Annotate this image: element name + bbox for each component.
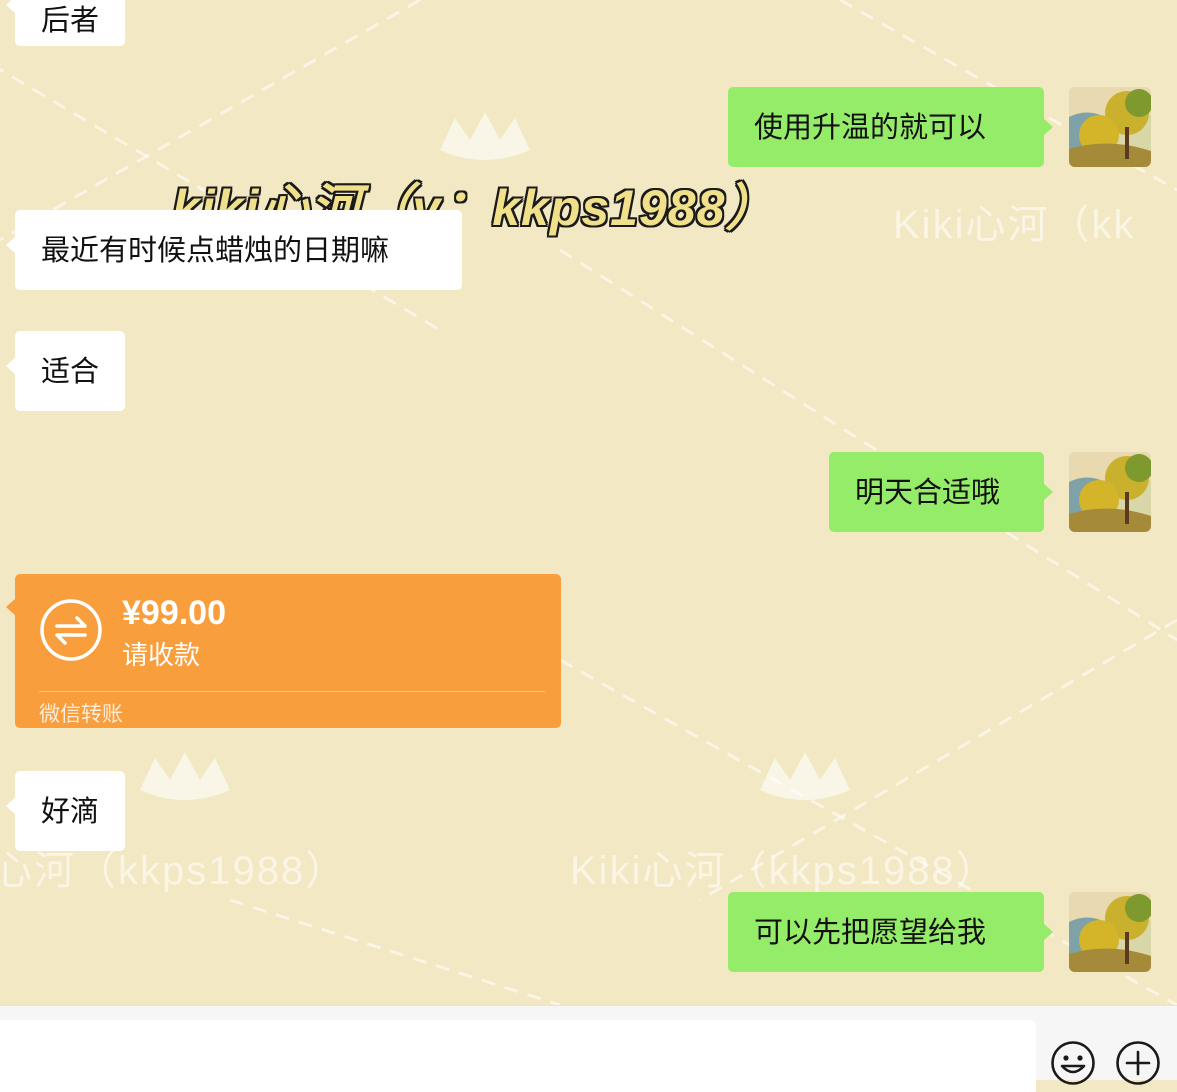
transfer-status: 请收款: [122, 641, 201, 671]
message-text: 可以先把愿望给我: [754, 914, 987, 949]
avatar-image: [1069, 892, 1151, 972]
message-text: 使用升温的就可以: [754, 109, 987, 144]
watermark-right-top: Kiki心河（kk: [893, 203, 1136, 247]
plus-circle-icon[interactable]: [1115, 1040, 1161, 1086]
message-bubble-incoming[interactable]: 适合: [5, 331, 126, 411]
message-text: 最近有时候点蜡烛的日期嘛: [41, 232, 390, 267]
message-bubble-incoming[interactable]: 最近有时候点蜡烛的日期嘛: [6, 210, 462, 290]
transfer-amount: ¥99.00: [122, 594, 226, 632]
emoji-icon[interactable]: [1050, 1040, 1096, 1086]
message-bubble-outgoing[interactable]: 明天合适哦: [829, 452, 1053, 532]
avatar-image: [1069, 87, 1151, 167]
transfer-brand-label: 微信转账: [39, 702, 123, 726]
transfer-card[interactable]: ¥99.00 请收款 微信转账: [6, 574, 561, 728]
message-input[interactable]: [0, 1020, 1036, 1092]
avatar[interactable]: [1069, 87, 1151, 167]
message-bubble-outgoing[interactable]: 可以先把愿望给我: [728, 892, 1053, 972]
message-bubble-incoming[interactable]: 后者: [5, 0, 126, 46]
message-text: 适合: [41, 353, 100, 388]
input-bar: [0, 1005, 1177, 1092]
message-bubble-outgoing[interactable]: 使用升温的就可以: [728, 87, 1053, 167]
watermark-bottom-mid: Kiki心河（kkps1988）: [570, 849, 998, 893]
message-text: 好滴: [41, 793, 100, 828]
avatar[interactable]: [1069, 452, 1151, 532]
message-bubble-incoming[interactable]: 好滴: [5, 771, 126, 851]
message-text: 后者: [41, 2, 100, 37]
avatar[interactable]: [1069, 892, 1151, 972]
divider: [39, 691, 545, 692]
transfer-icon: [40, 599, 102, 661]
message-text: 明天合适哦: [855, 474, 1001, 509]
avatar-image: [1069, 452, 1151, 532]
